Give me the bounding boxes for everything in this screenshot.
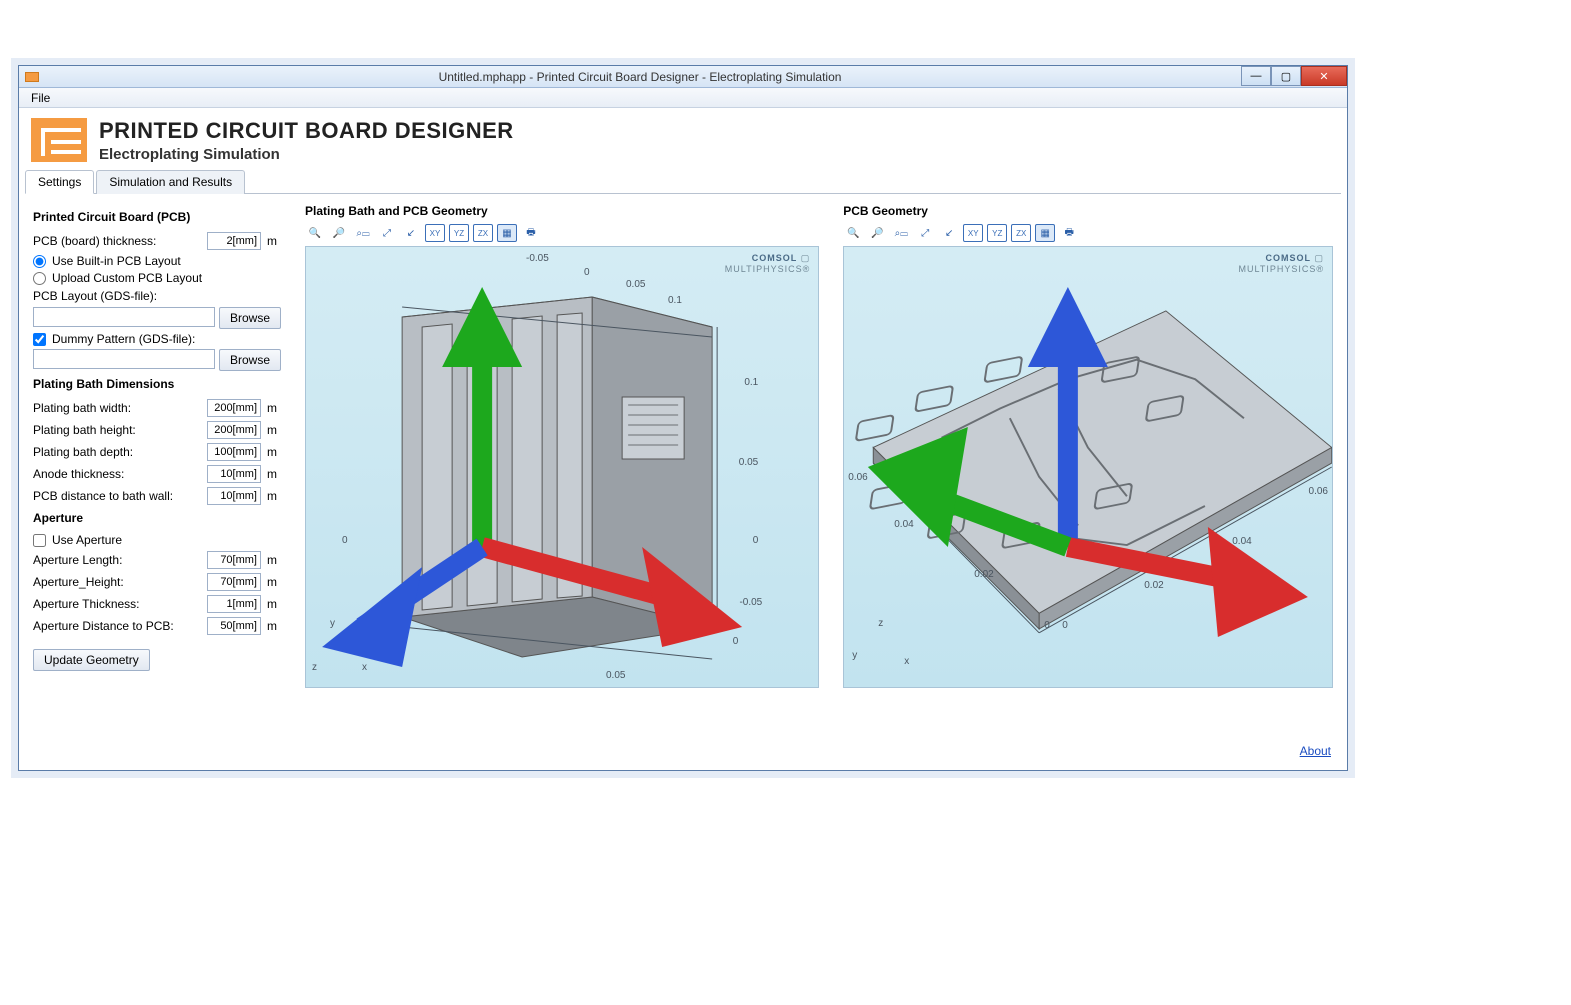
image-snapshot-icon[interactable]: ▦	[1035, 224, 1055, 242]
print-icon[interactable]: 🖶	[521, 224, 541, 242]
bath-depth-label: Plating bath depth:	[33, 445, 201, 459]
bath-depth-input[interactable]	[207, 443, 261, 461]
ap-height-label: Aperture_Height:	[33, 575, 201, 589]
ap-length-label: Aperture Length:	[33, 553, 201, 567]
layout-file-label: PCB Layout (GDS-file):	[33, 289, 281, 303]
zoom-extents-icon[interactable]: ⤢	[915, 224, 935, 242]
zoom-out-icon[interactable]: 🔎	[867, 224, 887, 242]
anode-thickness-input[interactable]	[207, 465, 261, 483]
ap-thickness-label: Aperture Thickness:	[33, 597, 201, 611]
maximize-button[interactable]: ▢	[1271, 66, 1301, 86]
yz-view-icon[interactable]: YZ	[987, 224, 1007, 242]
tab-settings[interactable]: Settings	[25, 170, 94, 194]
layout-file-input[interactable]	[33, 307, 215, 327]
print-icon[interactable]: 🖶	[1059, 224, 1079, 242]
pcb-view-title: PCB Geometry	[843, 204, 1333, 218]
image-snapshot-icon[interactable]: ▦	[497, 224, 517, 242]
zx-view-icon[interactable]: ZX	[473, 224, 493, 242]
bath-height-label: Plating bath height:	[33, 423, 201, 437]
pcb-toolbar: 🔍 🔎 ⌕▭ ⤢ ↙ XY YZ ZX ▦ 🖶	[843, 224, 1333, 242]
ap-height-input[interactable]	[207, 573, 261, 591]
bath-section-title: Plating Bath Dimensions	[33, 377, 281, 391]
window-title: Untitled.mphapp - Printed Circuit Board …	[39, 70, 1241, 84]
zoom-in-icon[interactable]: 🔍	[305, 224, 325, 242]
zoom-extents-icon[interactable]: ⤢	[377, 224, 397, 242]
pcb-thickness-label: PCB (board) thickness:	[33, 234, 201, 248]
tabs: Settings Simulation and Results	[25, 169, 1341, 194]
app-icon	[25, 72, 39, 82]
xy-view-icon[interactable]: XY	[425, 224, 445, 242]
close-button[interactable]: ✕	[1301, 66, 1347, 86]
zoom-in-icon[interactable]: 🔍	[843, 224, 863, 242]
use-aperture-checkbox[interactable]	[33, 534, 46, 547]
ap-dist-input[interactable]	[207, 617, 261, 635]
layout-browse-button[interactable]: Browse	[219, 307, 281, 329]
tab-results[interactable]: Simulation and Results	[96, 170, 245, 194]
menu-file[interactable]: File	[25, 89, 56, 107]
bath-width-label: Plating bath width:	[33, 401, 201, 415]
upload-custom-label: Upload Custom PCB Layout	[52, 271, 202, 285]
upload-custom-radio[interactable]	[33, 272, 46, 285]
zoom-box-icon[interactable]: ⌕▭	[353, 224, 373, 242]
axis-triad-icon	[844, 247, 1332, 687]
use-builtin-label: Use Built-in PCB Layout	[52, 254, 181, 268]
minimize-button[interactable]: —	[1241, 66, 1271, 86]
pcb-thickness-input[interactable]	[207, 232, 261, 250]
bath-height-input[interactable]	[207, 421, 261, 439]
pcb-viewport[interactable]: COMSOL ▢MULTIPHYSICS®	[843, 246, 1333, 688]
ap-dist-label: Aperture Distance to PCB:	[33, 619, 201, 633]
app-subtitle: Electroplating Simulation	[99, 146, 514, 163]
update-geometry-button[interactable]: Update Geometry	[33, 649, 150, 671]
zoom-out-icon[interactable]: 🔎	[329, 224, 349, 242]
settings-panel: Printed Circuit Board (PCB) PCB (board) …	[33, 204, 281, 688]
menubar: File	[19, 88, 1347, 108]
pcb-thickness-unit: m	[267, 234, 281, 248]
app-header: PRINTED CIRCUIT BOARD DESIGNER Electropl…	[19, 108, 1347, 169]
default-3d-icon[interactable]: ↙	[939, 224, 959, 242]
zx-view-icon[interactable]: ZX	[1011, 224, 1031, 242]
bath-viewport[interactable]: COMSOL ▢MULTIPHYSICS®	[305, 246, 819, 688]
use-builtin-radio[interactable]	[33, 255, 46, 268]
pcb-dist-input[interactable]	[207, 487, 261, 505]
ap-length-input[interactable]	[207, 551, 261, 569]
bath-width-input[interactable]	[207, 399, 261, 417]
use-aperture-label: Use Aperture	[52, 533, 122, 547]
bath-toolbar: 🔍 🔎 ⌕▭ ⤢ ↙ XY YZ ZX ▦ 🖶	[305, 224, 819, 242]
dummy-file-input[interactable]	[33, 349, 215, 369]
pcb-dist-label: PCB distance to bath wall:	[33, 489, 201, 503]
app-window: Untitled.mphapp - Printed Circuit Board …	[18, 65, 1348, 771]
aperture-section-title: Aperture	[33, 511, 281, 525]
zoom-box-icon[interactable]: ⌕▭	[891, 224, 911, 242]
ap-thickness-input[interactable]	[207, 595, 261, 613]
titlebar: Untitled.mphapp - Printed Circuit Board …	[19, 66, 1347, 88]
dummy-browse-button[interactable]: Browse	[219, 349, 281, 371]
app-logo-icon	[31, 118, 87, 162]
bath-view-title: Plating Bath and PCB Geometry	[305, 204, 819, 218]
xy-view-icon[interactable]: XY	[963, 224, 983, 242]
about-link[interactable]: About	[1300, 744, 1331, 758]
axis-triad-icon	[306, 247, 818, 687]
dummy-pattern-label: Dummy Pattern (GDS-file):	[52, 332, 195, 346]
app-title: PRINTED CIRCUIT BOARD DESIGNER	[99, 118, 514, 144]
anode-thickness-label: Anode thickness:	[33, 467, 201, 481]
dummy-pattern-checkbox[interactable]	[33, 333, 46, 346]
pcb-section-title: Printed Circuit Board (PCB)	[33, 210, 281, 224]
yz-view-icon[interactable]: YZ	[449, 224, 469, 242]
default-3d-icon[interactable]: ↙	[401, 224, 421, 242]
